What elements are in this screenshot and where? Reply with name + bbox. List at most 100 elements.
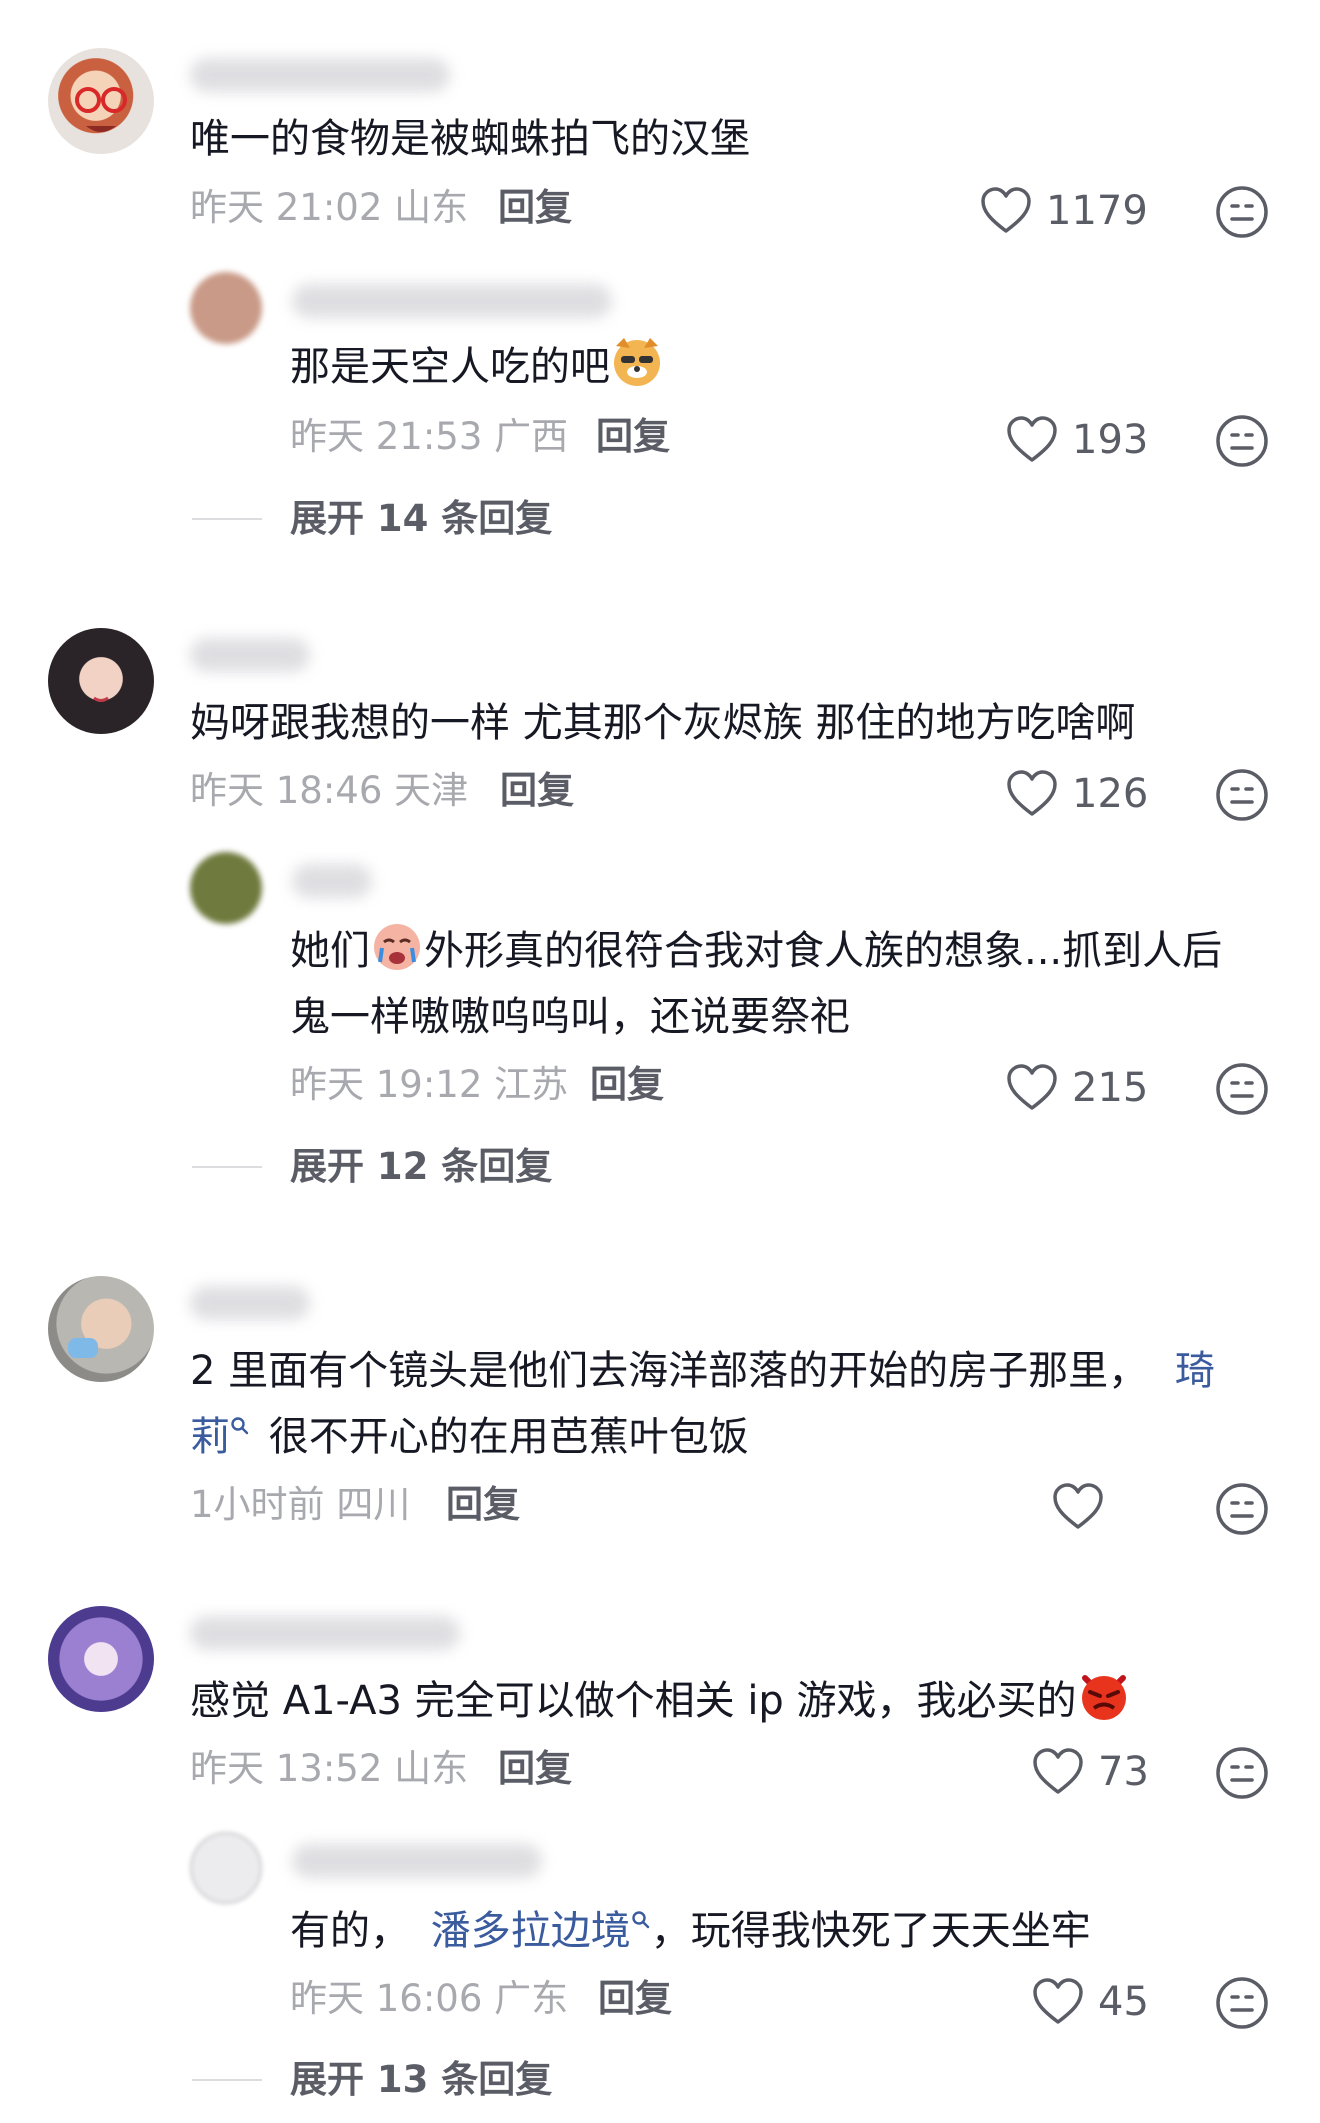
comment-text: 妈呀跟我想的一样 尤其那个灰烬族 那住的地方吃啥啊 <box>190 700 1136 746</box>
neutral-face-icon[interactable] <box>1214 1745 1270 1801</box>
mention-link[interactable]: 琦 <box>1175 1348 1215 1394</box>
avatar[interactable] <box>48 628 154 734</box>
heart-outline-icon <box>1033 1748 1083 1794</box>
like-button[interactable] <box>1052 1483 1118 1531</box>
reply-text-prefix: 有的， <box>290 1908 410 1954</box>
avatar[interactable] <box>190 1832 262 1904</box>
neutral-face-icon[interactable] <box>1214 1481 1270 1537</box>
username[interactable] <box>190 638 310 672</box>
reply-time: 昨天 21:53 <box>290 415 483 458</box>
reply-text-line2: 鬼一样嗷嗷呜呜叫，还说要祭祀 <box>290 994 850 1040</box>
reply-location: 广西 <box>494 415 569 458</box>
reply-button[interactable]: 回复 <box>590 1060 664 1110</box>
comment-text-content: 感觉 A1-A3 完全可以做个相关 ip 游戏，我必买的 <box>190 1678 1077 1724</box>
like-button[interactable]: 193 <box>1006 415 1148 465</box>
angry-devil-emoji-icon <box>1081 1675 1126 1720</box>
reply-button[interactable]: 回复 <box>596 412 670 462</box>
avatar[interactable] <box>190 852 262 924</box>
avatar-face-icon <box>93 696 109 702</box>
comment-text-content: 很不开心的在用芭蕉叶包饭 <box>268 1414 749 1460</box>
avatar-face-icon <box>68 1338 98 1358</box>
heart-outline-icon <box>981 187 1031 233</box>
neutral-face-icon[interactable] <box>1214 184 1270 240</box>
comment-time: 昨天 18:46 <box>190 769 383 812</box>
expand-replies-button[interactable]: 展开 12 条回复 <box>192 1142 552 1192</box>
heart-outline-icon <box>1007 1064 1057 1110</box>
neutral-face-icon[interactable] <box>1214 1975 1270 2031</box>
reply-button[interactable]: 回复 <box>498 1744 572 1794</box>
neutral-face-icon[interactable] <box>1214 767 1270 823</box>
like-count: 73 <box>1098 1749 1149 1795</box>
username[interactable] <box>190 1286 310 1320</box>
reply-location: 广东 <box>494 1977 569 2020</box>
username[interactable] <box>190 1616 460 1650</box>
comment-time: 昨天 21:02 <box>190 186 383 229</box>
reply-meta: 昨天 19:12 江苏 <box>290 1060 568 1110</box>
like-count: 1179 <box>1046 188 1148 234</box>
username[interactable] <box>190 58 450 92</box>
comment-time: 1小时前 <box>190 1483 325 1526</box>
crying-emoji-icon <box>374 924 420 970</box>
mention-link[interactable]: 潘多拉边境 <box>431 1908 651 1954</box>
comment-meta: 昨天 13:52 山东 <box>190 1744 468 1794</box>
comment-text: 唯一的食物是被蜘蛛拍飞的汉堡 <box>190 116 750 162</box>
like-button[interactable]: 215 <box>1006 1063 1148 1113</box>
comment-meta: 昨天 21:02 山东 <box>190 183 468 233</box>
comment-text-line1: 2 里面有个镜头是他们去海洋部落的开始的房子那里， 琦 <box>190 1338 1215 1404</box>
reply-text: 有的， 潘多拉边境 ，玩得我快死了天天坐牢 <box>290 1898 1091 1964</box>
reply-meta: 昨天 16:06 广东 <box>290 1974 568 2024</box>
comment-text: 感觉 A1-A3 完全可以做个相关 ip 游戏，我必买的 <box>190 1668 1131 1734</box>
comment-text-line2: 莉 很不开心的在用芭蕉叶包饭 <box>190 1404 749 1470</box>
reply-time: 昨天 16:06 <box>290 1977 483 2020</box>
avatar[interactable] <box>190 272 262 344</box>
like-count: 45 <box>1098 1979 1149 2025</box>
username[interactable] <box>292 284 612 318</box>
like-button[interactable]: 1179 <box>980 186 1148 236</box>
avatar[interactable] <box>48 48 154 154</box>
reply-text-suffix: ，玩得我快死了天天坐牢 <box>650 1908 1091 1954</box>
comment-location: 四川 <box>336 1483 411 1526</box>
reply-button[interactable]: 回复 <box>446 1480 520 1530</box>
expand-replies-button[interactable]: 展开 13 条回复 <box>192 2055 552 2105</box>
like-count: 126 <box>1072 771 1149 817</box>
comment-location: 山东 <box>394 1747 469 1790</box>
comment-meta: 1小时前 四川 <box>190 1480 410 1530</box>
like-button[interactable]: 126 <box>1006 769 1148 819</box>
search-mini-icon <box>231 1416 249 1434</box>
divider <box>192 1166 262 1168</box>
search-mini-icon <box>632 1910 649 1928</box>
reply-meta: 昨天 21:53 广西 <box>290 412 568 462</box>
reply-button[interactable]: 回复 <box>598 1974 672 2024</box>
divider <box>192 518 262 520</box>
comment-location: 山东 <box>394 186 469 229</box>
neutral-face-icon[interactable] <box>1214 413 1270 469</box>
like-button[interactable]: 45 <box>1032 1977 1149 2027</box>
expand-replies-button[interactable]: 展开 14 条回复 <box>192 494 552 544</box>
like-button[interactable]: 73 <box>1032 1747 1149 1797</box>
heart-outline-icon <box>1007 770 1057 816</box>
mention-link-text: 莉 <box>190 1414 230 1460</box>
username[interactable] <box>292 1844 542 1878</box>
reply-time: 昨天 19:12 <box>290 1063 483 1106</box>
mention-link[interactable]: 莉 <box>190 1414 250 1460</box>
reply-button[interactable]: 回复 <box>498 183 572 233</box>
neutral-face-icon[interactable] <box>1214 1061 1270 1117</box>
like-count: 215 <box>1072 1065 1149 1111</box>
reply-text-content: 那是天空人吃的吧 <box>290 344 610 390</box>
like-count: 193 <box>1072 417 1149 463</box>
reply-button[interactable]: 回复 <box>500 766 574 816</box>
mention-link-text: 潘多拉边境 <box>430 1908 631 1954</box>
reply-text-prefix: 她们 <box>290 928 370 974</box>
avatar[interactable] <box>48 1606 154 1712</box>
reply-location: 江苏 <box>494 1063 569 1106</box>
avatar[interactable] <box>48 1276 154 1382</box>
doge-emoji-icon <box>614 338 660 386</box>
avatar-face-icon <box>75 87 127 132</box>
reply-text: 那是天空人吃的吧 <box>290 334 664 400</box>
heart-outline-icon <box>1007 416 1057 462</box>
reply-text-line1: 她们 外形真的很符合我对食人族的想象...抓到人后 <box>290 918 1222 984</box>
comment-meta: 昨天 18:46 天津 <box>190 766 468 816</box>
divider <box>192 2079 262 2081</box>
comment-text-content: 2 里面有个镜头是他们去海洋部落的开始的房子那里， <box>190 1348 1149 1394</box>
username[interactable] <box>292 864 372 898</box>
